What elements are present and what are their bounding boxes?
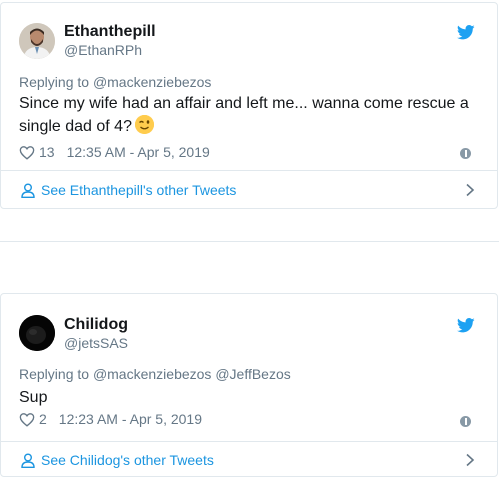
avatar[interactable] [19, 315, 55, 351]
tweet-card: Ethanthepill @EthanRPh Replying to @mack… [0, 2, 498, 209]
tweet-card: Chilidog @jetsSAS Replying to @mackenzie… [0, 293, 498, 477]
winking-face-emoji [134, 115, 154, 134]
avatar-image [19, 315, 55, 351]
tweet-body: Since my wife had an affair and left me.… [19, 95, 469, 135]
info-icon[interactable] [460, 416, 471, 427]
see-other-tweets-label[interactable]: See Chilidog's other Tweets [41, 452, 214, 468]
mention-link[interactable]: @mackenziebezos [93, 74, 212, 90]
heart-icon[interactable] [19, 412, 35, 427]
author-handle[interactable]: @EthanRPh [64, 42, 142, 58]
author-handle[interactable]: @jetsSAS [64, 335, 128, 351]
replying-prefix: Replying to [19, 366, 90, 382]
divider [1, 170, 497, 171]
author-name[interactable]: Ethanthepill [64, 23, 156, 41]
see-other-tweets-link[interactable]: See Ethanthepill's other Tweets [21, 182, 475, 198]
timestamp[interactable]: 12:35 AM - Apr 5, 2019 [67, 144, 210, 160]
like-count[interactable]: 13 [39, 144, 55, 160]
divider [1, 441, 497, 442]
see-other-tweets-label[interactable]: See Ethanthepill's other Tweets [41, 182, 236, 198]
person-icon [21, 183, 35, 198]
replying-to: Replying to @mackenziebezos @JeffBezos [19, 366, 291, 382]
chevron-right-icon[interactable] [465, 183, 475, 197]
section-divider [0, 241, 499, 242]
replying-to: Replying to @mackenziebezos [19, 74, 211, 90]
like-count[interactable]: 2 [39, 411, 47, 427]
person-icon [21, 453, 35, 468]
tweet-meta: 2 12:23 AM - Apr 5, 2019 [19, 411, 202, 427]
avatar[interactable] [19, 23, 55, 59]
see-other-tweets-link[interactable]: See Chilidog's other Tweets [21, 452, 475, 468]
info-icon[interactable] [460, 148, 471, 159]
tweet-text: Sup [19, 389, 48, 406]
avatar-image [19, 23, 55, 59]
twitter-bird-icon[interactable] [457, 318, 475, 333]
tweet-text: Since my wife had an affair and left me.… [19, 93, 489, 138]
mention-link[interactable]: @mackenziebezos @JeffBezos [93, 366, 291, 382]
chevron-right-icon[interactable] [465, 453, 475, 467]
author-name[interactable]: Chilidog [64, 316, 128, 334]
twitter-bird-icon[interactable] [457, 25, 475, 40]
tweet-meta: 13 12:35 AM - Apr 5, 2019 [19, 144, 210, 160]
heart-icon[interactable] [19, 145, 35, 160]
replying-prefix: Replying to [19, 74, 90, 90]
timestamp[interactable]: 12:23 AM - Apr 5, 2019 [59, 411, 202, 427]
